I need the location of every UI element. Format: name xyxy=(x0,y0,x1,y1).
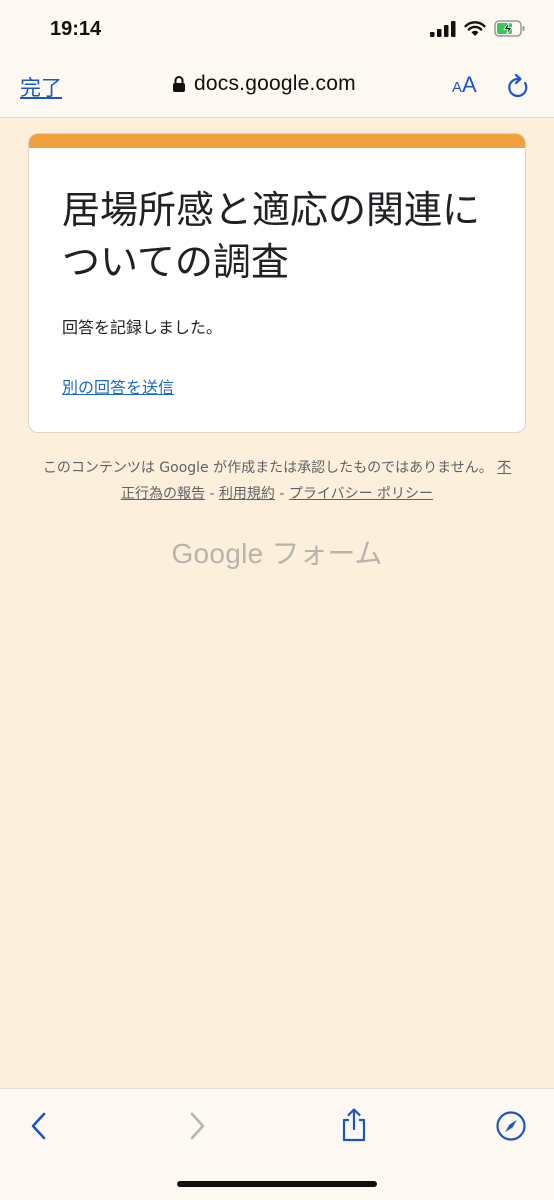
disclaimer: このコンテンツは Google が作成または承認したものではありません。 不正行… xyxy=(40,455,514,507)
logo-google-text: Google xyxy=(171,538,264,569)
card-accent-bar xyxy=(29,134,525,148)
compass-icon[interactable] xyxy=(495,1110,527,1142)
address-bar[interactable]: docs.google.com xyxy=(172,72,356,96)
confirmation-message: 回答を記録しました。 xyxy=(62,318,223,337)
terms-link[interactable]: 利用規約 xyxy=(219,486,275,502)
text-size-button[interactable]: AA xyxy=(452,72,477,98)
reload-icon[interactable] xyxy=(505,73,531,101)
confirmation-card: 居場所感と適応の関連についての調査 回答を記録しました。 別の回答を送信 xyxy=(28,133,526,433)
status-time: 19:14 xyxy=(50,18,102,40)
google-forms-logo[interactable]: Google フォーム xyxy=(0,532,554,572)
back-chevron-icon[interactable] xyxy=(28,1109,50,1143)
share-icon[interactable] xyxy=(340,1107,368,1143)
url-text: docs.google.com xyxy=(194,72,356,95)
battery-charging-icon xyxy=(494,20,525,37)
cellular-signal-icon xyxy=(430,20,456,37)
home-indicator xyxy=(177,1181,377,1187)
separator: - xyxy=(204,486,219,502)
lock-icon xyxy=(173,76,185,92)
form-title: 居場所感と適応の関連についての調査 xyxy=(62,188,481,284)
aa-small-label: A xyxy=(452,79,463,96)
done-button[interactable]: 完了 xyxy=(20,72,62,102)
aa-big-label: A xyxy=(462,72,477,97)
forward-chevron-icon[interactable] xyxy=(186,1109,208,1143)
privacy-policy-link[interactable]: プライバシー ポリシー xyxy=(289,486,433,502)
submit-another-response-link[interactable]: 別の回答を送信 xyxy=(62,374,174,398)
wifi-icon xyxy=(464,20,486,36)
status-icons xyxy=(430,20,526,37)
browser-header: 完了 docs.google.com AA xyxy=(0,60,554,118)
status-bar: 19:14 xyxy=(0,0,554,60)
separator: - xyxy=(274,486,289,502)
disclaimer-text: このコンテンツは Google が作成または承認したものではありません。 xyxy=(42,460,493,476)
logo-forms-text: フォーム xyxy=(263,538,383,569)
